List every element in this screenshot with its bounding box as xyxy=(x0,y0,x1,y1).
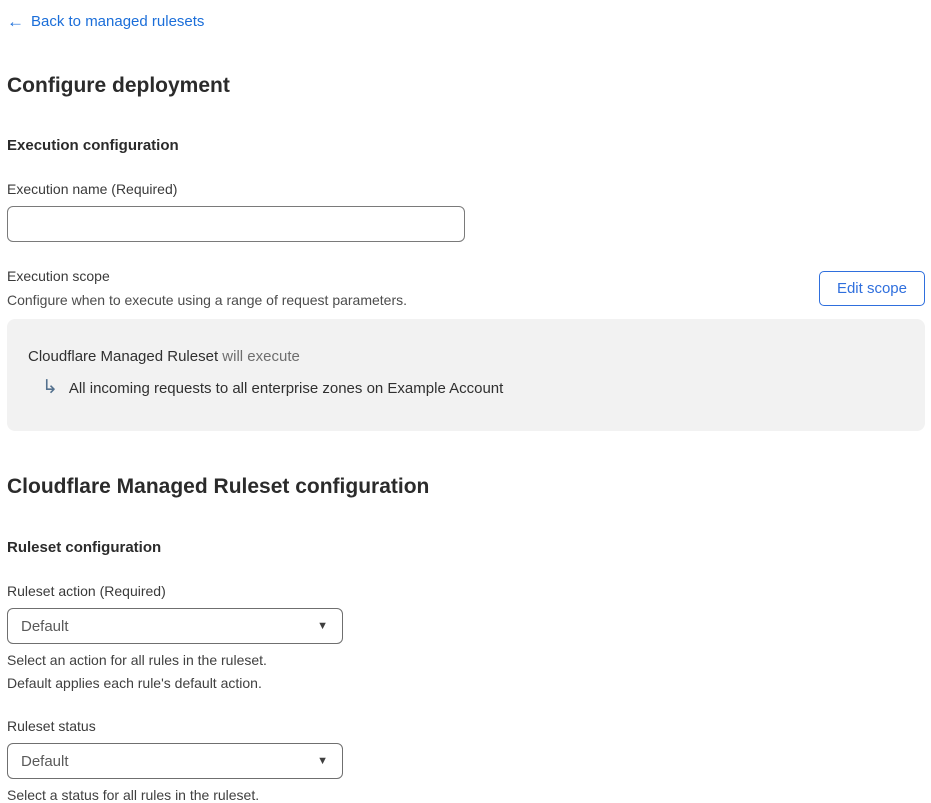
execution-scope-text-block: Execution scope Configure when to execut… xyxy=(7,268,407,308)
ruleset-status-label: Ruleset status xyxy=(7,718,96,734)
page-title: Configure deployment xyxy=(7,74,230,97)
execution-scope-label: Execution scope xyxy=(7,268,110,284)
scope-detail-line: ↳ All incoming requests to all enterpris… xyxy=(42,376,905,399)
execution-name-label: Execution name (Required) xyxy=(7,181,178,197)
ruleset-action-help-1: Select an action for all rules in the ru… xyxy=(7,652,267,668)
elbow-arrow-icon: ↳ xyxy=(42,376,58,398)
execution-scope-row: Execution scope Configure when to execut… xyxy=(7,268,925,308)
configure-deployment-page: ← Back to managed rulesets Configure dep… xyxy=(0,0,931,803)
chevron-down-icon: ▼ xyxy=(317,620,328,632)
ruleset-status-help: Select a status for all rules in the rul… xyxy=(7,787,260,803)
will-execute-text: will execute xyxy=(218,348,300,365)
scope-summary-line: Cloudflare Managed Ruleset will execute xyxy=(28,347,905,366)
back-link-label: Back to managed rulesets xyxy=(31,13,205,30)
ruleset-action-label: Ruleset action (Required) xyxy=(7,583,166,599)
ruleset-action-selected-value: Default xyxy=(21,617,69,635)
execution-scope-description: Configure when to execute using a range … xyxy=(7,292,408,308)
back-to-managed-rulesets-link[interactable]: ← Back to managed rulesets xyxy=(7,12,204,32)
ruleset-configuration-subheading: Ruleset configuration xyxy=(7,539,162,556)
ruleset-action-help-2: Default applies each rule's default acti… xyxy=(7,675,262,691)
edit-scope-button[interactable]: Edit scope xyxy=(818,270,925,306)
execution-name-input[interactable] xyxy=(7,206,465,242)
execution-configuration-heading: Execution configuration xyxy=(7,137,179,154)
scope-detail-text: All incoming requests to all enterprise … xyxy=(68,380,504,397)
chevron-down-icon: ▼ xyxy=(317,755,328,767)
scope-summary-box: Cloudflare Managed Ruleset will execute … xyxy=(7,319,925,431)
ruleset-status-selected-value: Default xyxy=(21,752,69,770)
ruleset-configuration-title: Cloudflare Managed Ruleset configuration xyxy=(7,475,430,498)
back-arrow-icon: ← xyxy=(7,12,24,31)
ruleset-name-text: Cloudflare Managed Ruleset xyxy=(28,348,219,365)
ruleset-action-select[interactable]: Default ▼ xyxy=(7,608,343,644)
ruleset-status-select[interactable]: Default ▼ xyxy=(7,743,343,779)
